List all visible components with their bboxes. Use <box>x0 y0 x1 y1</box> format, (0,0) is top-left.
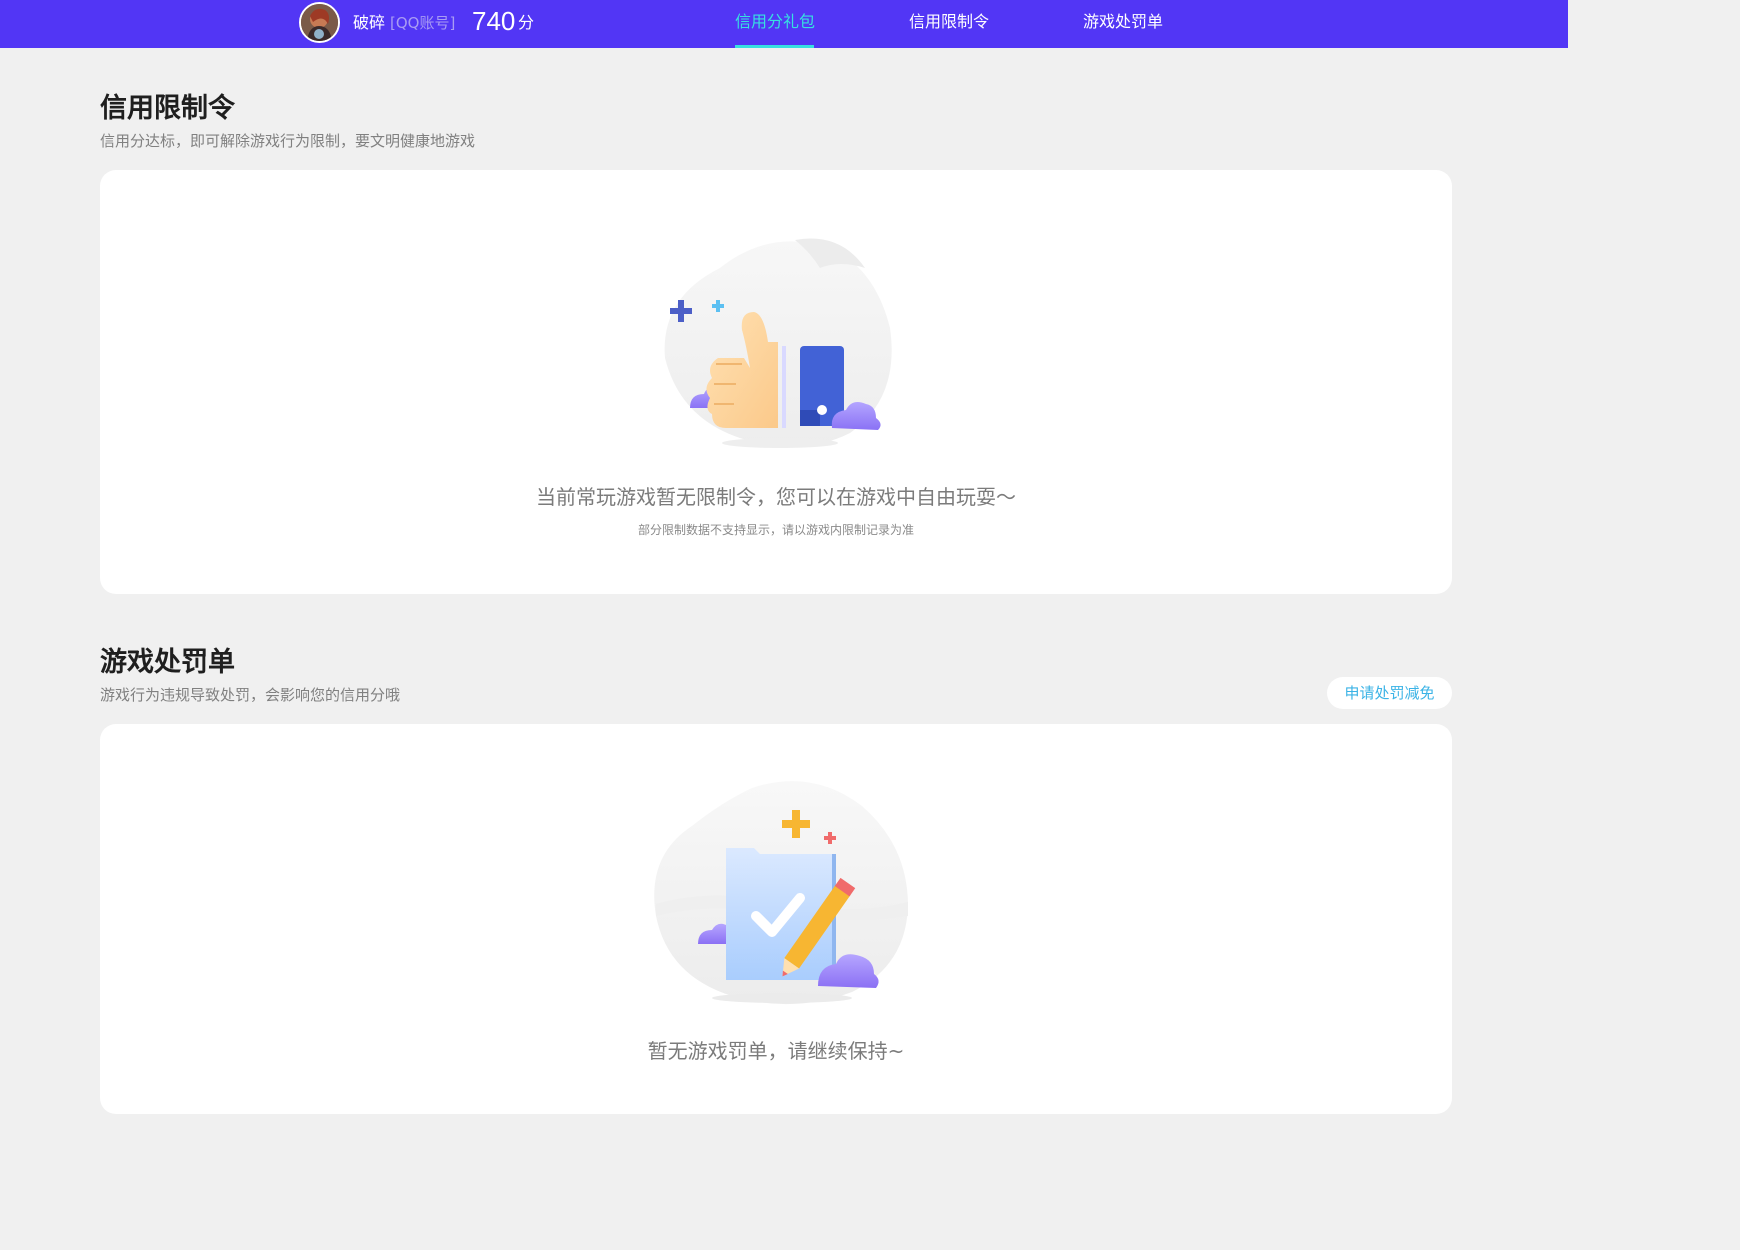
credit-score-unit: 分 <box>518 13 535 32</box>
tab-game-penalty[interactable]: 游戏处罚单 <box>1083 12 1163 32</box>
restriction-card: 当前常玩游戏暂无限制令，您可以在游戏中自由玩耍～ 部分限制数据不支持显示，请以游… <box>100 170 1452 594</box>
user-avatar[interactable] <box>299 2 340 43</box>
top-navigation-bar: 破碎 [QQ账号] 740 分 信用分礼包 信用限制令 游戏处罚单 <box>0 0 1568 48</box>
restriction-empty-hint: 部分限制数据不支持显示，请以游戏内限制记录为准 <box>637 523 914 537</box>
penalty-section-subtitle: 游戏行为违规导致处罚，会影响您的信用分哦 <box>100 686 401 704</box>
account-type-label: [QQ账号] <box>390 14 456 32</box>
thumbs-up-illustration <box>660 238 900 456</box>
penalty-empty-message: 暂无游戏罚单，请继续保持~ <box>647 1039 905 1063</box>
penalty-card: 暂无游戏罚单，请继续保持~ <box>100 724 1452 1114</box>
credit-score-value: 740 <box>472 6 516 36</box>
user-name: 破碎 <box>353 13 386 32</box>
active-tab-indicator <box>735 45 814 48</box>
restriction-section-subtitle: 信用分达标，即可解除游戏行为限制，要文明健康地游戏 <box>100 132 476 150</box>
tab-credit-gift-pack[interactable]: 信用分礼包 <box>735 12 815 32</box>
clipboard-pencil-illustration <box>652 776 914 1012</box>
restriction-empty-message: 当前常玩游戏暂无限制令，您可以在游戏中自由玩耍～ <box>536 485 1016 509</box>
tab-credit-restriction[interactable]: 信用限制令 <box>909 12 989 32</box>
restriction-section-title: 信用限制令 <box>100 93 235 124</box>
apply-penalty-reduction-button[interactable]: 申请处罚减免 <box>1327 677 1452 709</box>
penalty-section-title: 游戏处罚单 <box>100 647 235 678</box>
